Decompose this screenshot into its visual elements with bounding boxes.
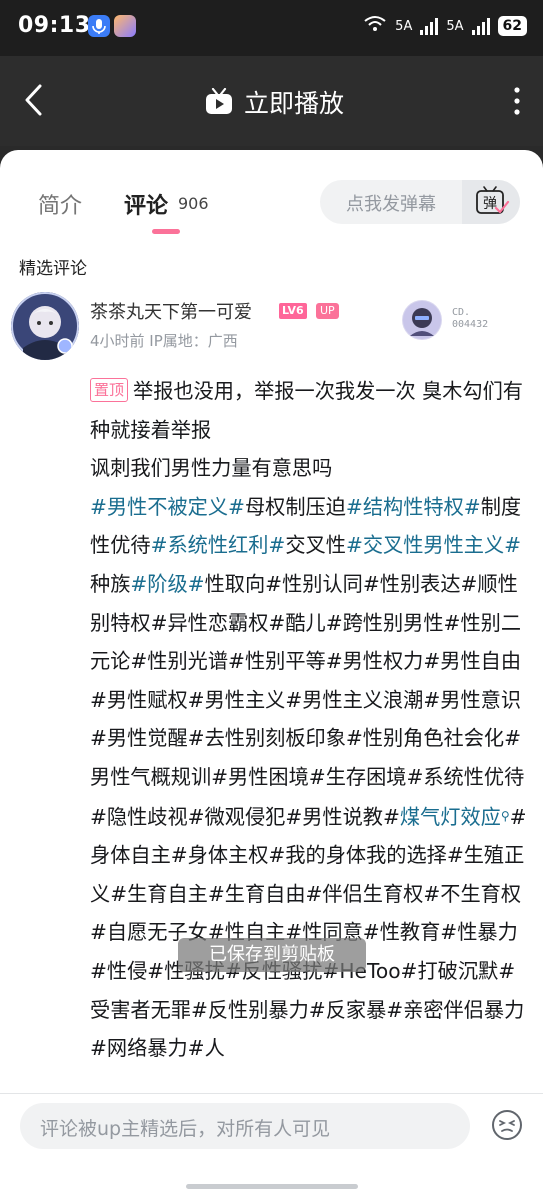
- danmaku-placeholder: 点我发弹幕: [346, 194, 436, 215]
- comment-text-run: #身体自主#身体主权#我的身体我的选择#生殖正义#生育自主#生育自由#伴侣生育权…: [90, 804, 527, 1061]
- danmaku-input[interactable]: 点我发弹幕 弹: [320, 180, 520, 224]
- danmaku-icon[interactable]: 弹: [462, 180, 520, 224]
- comment-username[interactable]: 茶茶丸天下第一可爱: [90, 298, 252, 324]
- tab-bar: 简介 评论 906 点我发弹幕 弹: [0, 150, 543, 240]
- tv-icon: [204, 87, 234, 116]
- signal-1-icon: [420, 17, 439, 35]
- comment-text-run: 交叉性: [285, 533, 346, 558]
- toast-message: 已保存到剪贴板: [178, 938, 366, 972]
- battery-indicator: 62: [497, 16, 527, 36]
- comment-text-run: 讽刺我们男性力量有意思吗: [90, 456, 333, 481]
- more-vertical-icon[interactable]: [509, 84, 525, 118]
- comment-text-run: 举报也没用，举报一次我发一次 臭木勾们有种就接着举报: [90, 379, 523, 442]
- status-indicators: 5A 5A 62: [363, 15, 527, 37]
- comment-input[interactable]: 评论被up主精选后，对所有人可见: [20, 1103, 470, 1149]
- home-indicator: [186, 1184, 358, 1189]
- hashtag-link[interactable]: #系统性红利#: [151, 533, 286, 557]
- tab-comments[interactable]: 评论: [124, 188, 168, 220]
- level-badge: LV6: [279, 303, 307, 319]
- comments-sheet: 简介 评论 906 点我发弹幕 弹 精选评论 茶茶丸天下第一可爱 LV6 UP …: [0, 150, 543, 1200]
- danmaku-glyph: 弹: [483, 196, 497, 212]
- status-time: 09:13: [18, 13, 91, 38]
- fan-number-value: 004432: [452, 319, 489, 330]
- fan-number-label: CD.: [452, 307, 471, 318]
- comment-text-run: 母权制压迫: [244, 494, 346, 519]
- comment-input-bar: 评论被up主精选后，对所有人可见: [0, 1093, 543, 1200]
- up-badge: UP: [316, 303, 339, 319]
- app-notification-icon: [114, 15, 136, 37]
- comment-input-placeholder: 评论被up主精选后，对所有人可见: [40, 1118, 331, 1140]
- network-1-label: 5A: [395, 18, 413, 34]
- hashtag-link[interactable]: #男性不被定义#: [90, 495, 245, 519]
- comment-text-run: 性取向#性别认同#性别表达#顺性别特权#异性恋霸权#酷儿#跨性别男性#性别二元论…: [90, 571, 525, 829]
- hashtag-link[interactable]: 煤气灯效应: [400, 805, 501, 829]
- comment-count: 906: [178, 194, 209, 213]
- search-icon[interactable]: ⚲: [501, 809, 510, 823]
- avatar[interactable]: [11, 292, 79, 360]
- play-now-button[interactable]: 立即播放: [204, 84, 344, 120]
- hashtag-link[interactable]: #结构性特权#: [346, 495, 481, 519]
- emoji-icon[interactable]: [491, 1109, 523, 1141]
- status-bar: 09:13 5A 5A 62: [0, 0, 543, 56]
- fan-number: CD. 004432: [452, 307, 488, 331]
- back-arrow-icon[interactable]: [18, 80, 52, 120]
- fan-badge-icon: [402, 300, 442, 340]
- signal-2-icon: [471, 17, 490, 35]
- microphone-icon: [88, 15, 110, 37]
- hashtag-link[interactable]: #阶级#: [130, 572, 204, 596]
- comment-text-run: 种族: [90, 571, 131, 596]
- pinned-badge: 置顶: [90, 378, 129, 402]
- tab-intro[interactable]: 简介: [38, 188, 82, 220]
- play-now-label: 立即播放: [244, 89, 345, 118]
- comment-meta: 4小时前 IP属地：广西: [90, 332, 238, 350]
- wifi-icon: [363, 15, 387, 37]
- section-title: 精选评论: [19, 259, 87, 279]
- network-2-label: 5A: [446, 18, 464, 34]
- top-bar: 立即播放: [0, 56, 543, 146]
- hashtag-link[interactable]: #交叉性男性主义#: [346, 533, 521, 557]
- active-tab-indicator: [152, 229, 180, 234]
